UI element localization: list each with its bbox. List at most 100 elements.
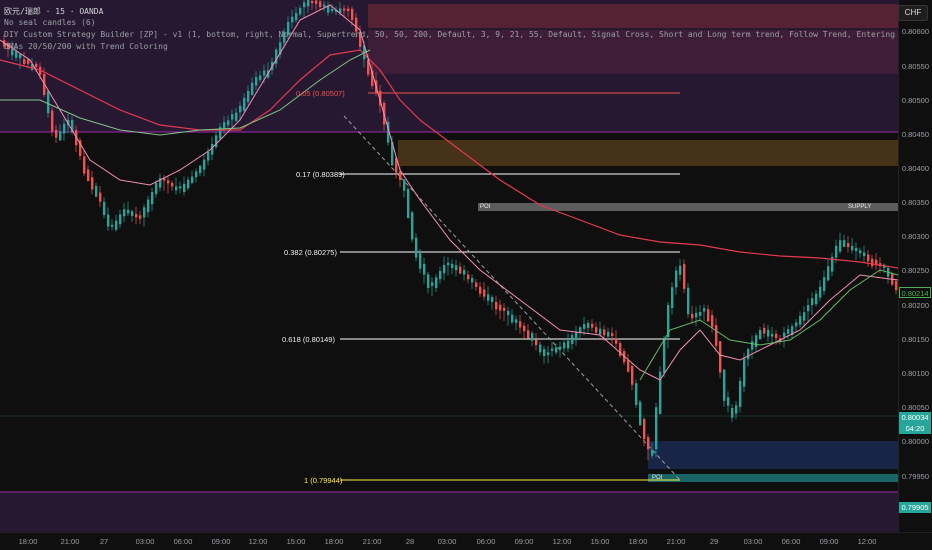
- candle-body: [727, 397, 730, 406]
- poi-bottom-label: POI: [652, 475, 663, 481]
- candle-body: [787, 329, 790, 334]
- candle-body: [23, 59, 26, 64]
- candle-body: [203, 159, 206, 170]
- candle-body: [523, 325, 526, 332]
- candle-body: [399, 171, 402, 180]
- candle-body: [455, 265, 458, 271]
- price-tick: 0.80050: [901, 403, 929, 412]
- candle-body: [343, 8, 346, 11]
- candle-body: [55, 129, 58, 138]
- candle-body: [247, 90, 250, 102]
- candle-body: [759, 329, 762, 340]
- candle-body: [503, 307, 506, 311]
- symbol-title: 欧元/瑞郎 · 15 · OANDA: [4, 7, 104, 16]
- candle-body: [827, 266, 830, 281]
- price-tick: 0.80350: [901, 198, 929, 207]
- candle-body: [295, 12, 298, 21]
- chart-root: 欧元/瑞郎 · 15 · OANDA No seal candles (6) D…: [0, 0, 932, 550]
- price-chart[interactable]: [0, 0, 932, 550]
- candle-body: [703, 308, 706, 312]
- fib-label-top: 0.05 (0.80507): [296, 89, 345, 98]
- candle-body: [119, 214, 122, 225]
- candle-body: [327, 5, 330, 13]
- candle-body: [227, 120, 230, 126]
- currency-button[interactable]: CHF: [898, 5, 928, 21]
- candle-body: [583, 324, 586, 329]
- candle-body: [547, 352, 550, 356]
- candle-body: [679, 265, 682, 275]
- candle-body: [543, 349, 546, 356]
- candle-body: [139, 215, 142, 219]
- candle-body: [143, 207, 146, 218]
- candle-body: [527, 330, 530, 339]
- candle-body: [291, 16, 294, 23]
- time-tick: 12:00: [248, 537, 268, 546]
- time-tick: 18:00: [628, 537, 648, 546]
- candle-body: [471, 277, 474, 283]
- price-axis[interactable]: 0.80600 0.80550 0.80500 0.80450 0.80400 …: [898, 0, 932, 532]
- candle-body: [603, 329, 606, 336]
- candle-body: [587, 322, 590, 329]
- candle-body: [519, 321, 522, 328]
- candle-body: [207, 151, 210, 161]
- time-tick: 15:00: [286, 537, 306, 546]
- candle-body: [567, 340, 570, 349]
- candle-body: [451, 263, 454, 269]
- time-axis[interactable]: 18:00 21:00 27 03:00 06:00 09:00 12:00 15:00 18:…: [0, 532, 932, 550]
- candle-body: [131, 211, 134, 216]
- candle-body: [251, 82, 254, 95]
- time-tick: 09:00: [819, 537, 839, 546]
- candle-body: [839, 240, 842, 252]
- candle-body: [531, 333, 534, 341]
- candle-body: [175, 186, 178, 191]
- candle-body: [647, 437, 650, 450]
- candle-body: [807, 305, 810, 312]
- candle-body: [607, 331, 610, 337]
- candle-body: [559, 346, 562, 350]
- candle-body: [255, 77, 258, 86]
- candle-body: [483, 289, 486, 297]
- candle-body: [731, 407, 734, 418]
- price-tick: 0.79950: [901, 472, 929, 481]
- candle-body: [635, 383, 638, 405]
- fib-label-017: 0.17 (0.80389): [296, 170, 345, 179]
- candle-body: [611, 333, 614, 337]
- candle-body: [751, 341, 754, 350]
- candle-body: [195, 171, 198, 178]
- candle-body: [407, 189, 410, 219]
- candle-body: [599, 328, 602, 335]
- candle-body: [711, 315, 714, 328]
- fib-label-0382: 0.382 (0.80275): [284, 248, 337, 257]
- candle-body: [447, 262, 450, 266]
- candle-body: [319, 1, 322, 7]
- time-tick: 28: [405, 537, 415, 546]
- candle-body: [35, 63, 38, 67]
- indicator-line-3: DIY Custom Strategy Builder [ZP] - v1 (1…: [4, 30, 932, 39]
- candle-body: [299, 8, 302, 15]
- candle-body: [331, 9, 334, 12]
- candle-body: [855, 247, 858, 252]
- candle-body: [183, 183, 186, 192]
- time-tick: 03:00: [743, 537, 763, 546]
- time-tick: 29: [709, 537, 719, 546]
- bottom-price-badge: 0.79905: [899, 502, 931, 513]
- time-tick: 03:00: [135, 537, 155, 546]
- candle-body: [431, 282, 434, 286]
- candle-body: [595, 327, 598, 333]
- candle-body: [415, 237, 418, 258]
- candle-body: [427, 274, 430, 288]
- candle-body: [771, 333, 774, 337]
- candle-body: [695, 312, 698, 318]
- candle-body: [463, 269, 466, 275]
- price-tick: 0.80500: [901, 96, 929, 105]
- candle-body: [59, 131, 62, 141]
- supply-zone-top-1: [368, 4, 898, 28]
- candle-body: [735, 405, 738, 414]
- current-price-badge: 0.80214: [899, 287, 931, 298]
- time-tick: 18:00: [324, 537, 344, 546]
- candle-body: [871, 258, 874, 267]
- candle-body: [535, 339, 538, 346]
- candle-body: [167, 180, 170, 184]
- candle-body: [495, 301, 498, 310]
- time-tick: 12:00: [857, 537, 877, 546]
